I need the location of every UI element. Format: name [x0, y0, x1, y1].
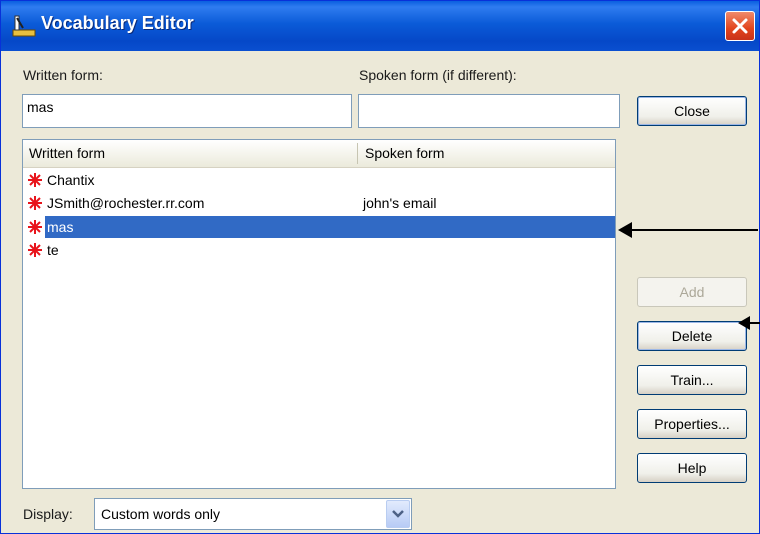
vocabulary-editor-window: Vocabulary Editor Written form: mas Spok… [0, 0, 760, 534]
vocabulary-list[interactable]: Written form Spoken form Chantix JSmith@… [22, 139, 616, 489]
window-title: Vocabulary Editor [41, 13, 194, 33]
spoken-form-label: Spoken form (if different): [359, 67, 517, 83]
list-item-selected[interactable]: mas [23, 216, 615, 238]
list-item[interactable]: JSmith@rochester.rr.com john's email [23, 192, 615, 214]
custom-word-icon [28, 220, 42, 234]
selection-highlight [45, 216, 615, 238]
properties-button[interactable]: Properties... [637, 409, 747, 439]
list-header: Written form Spoken form [23, 140, 615, 168]
annotation-arrow-list-shaft [628, 229, 758, 231]
column-header-spoken-form[interactable]: Spoken form [359, 140, 615, 167]
dropdown-button[interactable] [386, 500, 410, 528]
list-item[interactable]: te [23, 239, 615, 261]
custom-word-icon [28, 243, 42, 257]
display-dropdown[interactable]: Custom words only [94, 498, 412, 530]
list-item[interactable]: Chantix [23, 169, 615, 191]
chevron-down-icon [392, 510, 404, 518]
display-selected-value: Custom words only [101, 506, 221, 522]
spoken-form-input[interactable] [358, 94, 620, 128]
written-form-cell: te [47, 242, 59, 258]
arrow-head-icon [738, 316, 750, 330]
vocabulary-editor-icon [12, 15, 36, 37]
written-form-cell: Chantix [47, 172, 95, 188]
close-button[interactable]: Close [637, 96, 747, 126]
display-label: Display: [23, 506, 73, 522]
train-button[interactable]: Train... [637, 365, 747, 395]
delete-button[interactable]: Delete [637, 321, 747, 351]
written-form-label: Written form: [23, 67, 103, 83]
custom-word-icon [28, 173, 42, 187]
written-form-cell: JSmith@rochester.rr.com [47, 195, 205, 211]
column-divider[interactable] [357, 143, 358, 164]
arrow-head-icon [618, 222, 632, 238]
custom-word-icon [28, 196, 42, 210]
title-bar[interactable]: Vocabulary Editor [1, 1, 759, 51]
close-x-icon [732, 18, 748, 34]
add-button[interactable]: Add [637, 277, 747, 307]
written-form-input[interactable]: mas [22, 94, 352, 128]
spoken-form-cell: john's email [363, 195, 437, 211]
close-window-button[interactable] [725, 11, 755, 41]
help-button[interactable]: Help [637, 453, 747, 483]
column-header-written-form[interactable]: Written form [23, 140, 359, 167]
written-form-cell: mas [47, 219, 74, 235]
